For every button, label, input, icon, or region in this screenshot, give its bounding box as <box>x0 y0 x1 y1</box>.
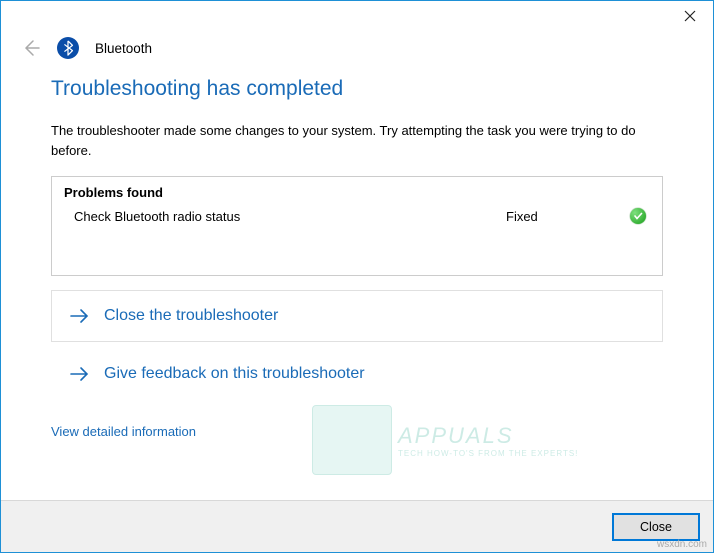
back-button[interactable] <box>21 38 41 58</box>
give-feedback-label: Give feedback on this troubleshooter <box>104 365 365 383</box>
close-troubleshooter-label: Close the troubleshooter <box>104 307 278 325</box>
bluetooth-icon <box>57 37 79 59</box>
watermark-brand: APPUALS <box>398 423 578 449</box>
problem-status: Fixed <box>506 209 626 224</box>
watermark: APPUALS TECH HOW-TO'S FROM THE EXPERTS! <box>312 405 578 475</box>
close-icon <box>684 10 696 22</box>
attribution-text: wsxdn.com <box>657 539 707 550</box>
view-detailed-information-link[interactable]: View detailed information <box>51 424 196 439</box>
arrow-right-icon <box>68 305 90 327</box>
arrow-right-icon <box>68 363 90 385</box>
page-description: The troubleshooter made some changes to … <box>51 121 663 160</box>
page-heading: Troubleshooting has completed <box>51 77 663 101</box>
watermark-tagline: TECH HOW-TO'S FROM THE EXPERTS! <box>398 449 578 458</box>
problems-header: Problems found <box>64 185 650 200</box>
content-area: Troubleshooting has completed The troubl… <box>1 77 713 439</box>
troubleshooter-title: Bluetooth <box>95 41 152 56</box>
problem-name: Check Bluetooth radio status <box>74 209 506 224</box>
problem-row: Check Bluetooth radio status Fixed <box>64 206 650 226</box>
problem-status-icon <box>626 208 646 224</box>
close-button[interactable]: Close <box>613 514 699 540</box>
dialog-footer: Close <box>1 500 713 552</box>
problems-found-box: Problems found Check Bluetooth radio sta… <box>51 176 663 276</box>
window-close-button[interactable] <box>667 1 713 31</box>
close-troubleshooter-link[interactable]: Close the troubleshooter <box>51 290 663 342</box>
checkmark-icon <box>630 208 646 224</box>
give-feedback-link[interactable]: Give feedback on this troubleshooter <box>51 348 663 400</box>
titlebar <box>1 1 713 37</box>
back-arrow-icon <box>21 38 41 58</box>
header-row: Bluetooth <box>1 37 713 77</box>
